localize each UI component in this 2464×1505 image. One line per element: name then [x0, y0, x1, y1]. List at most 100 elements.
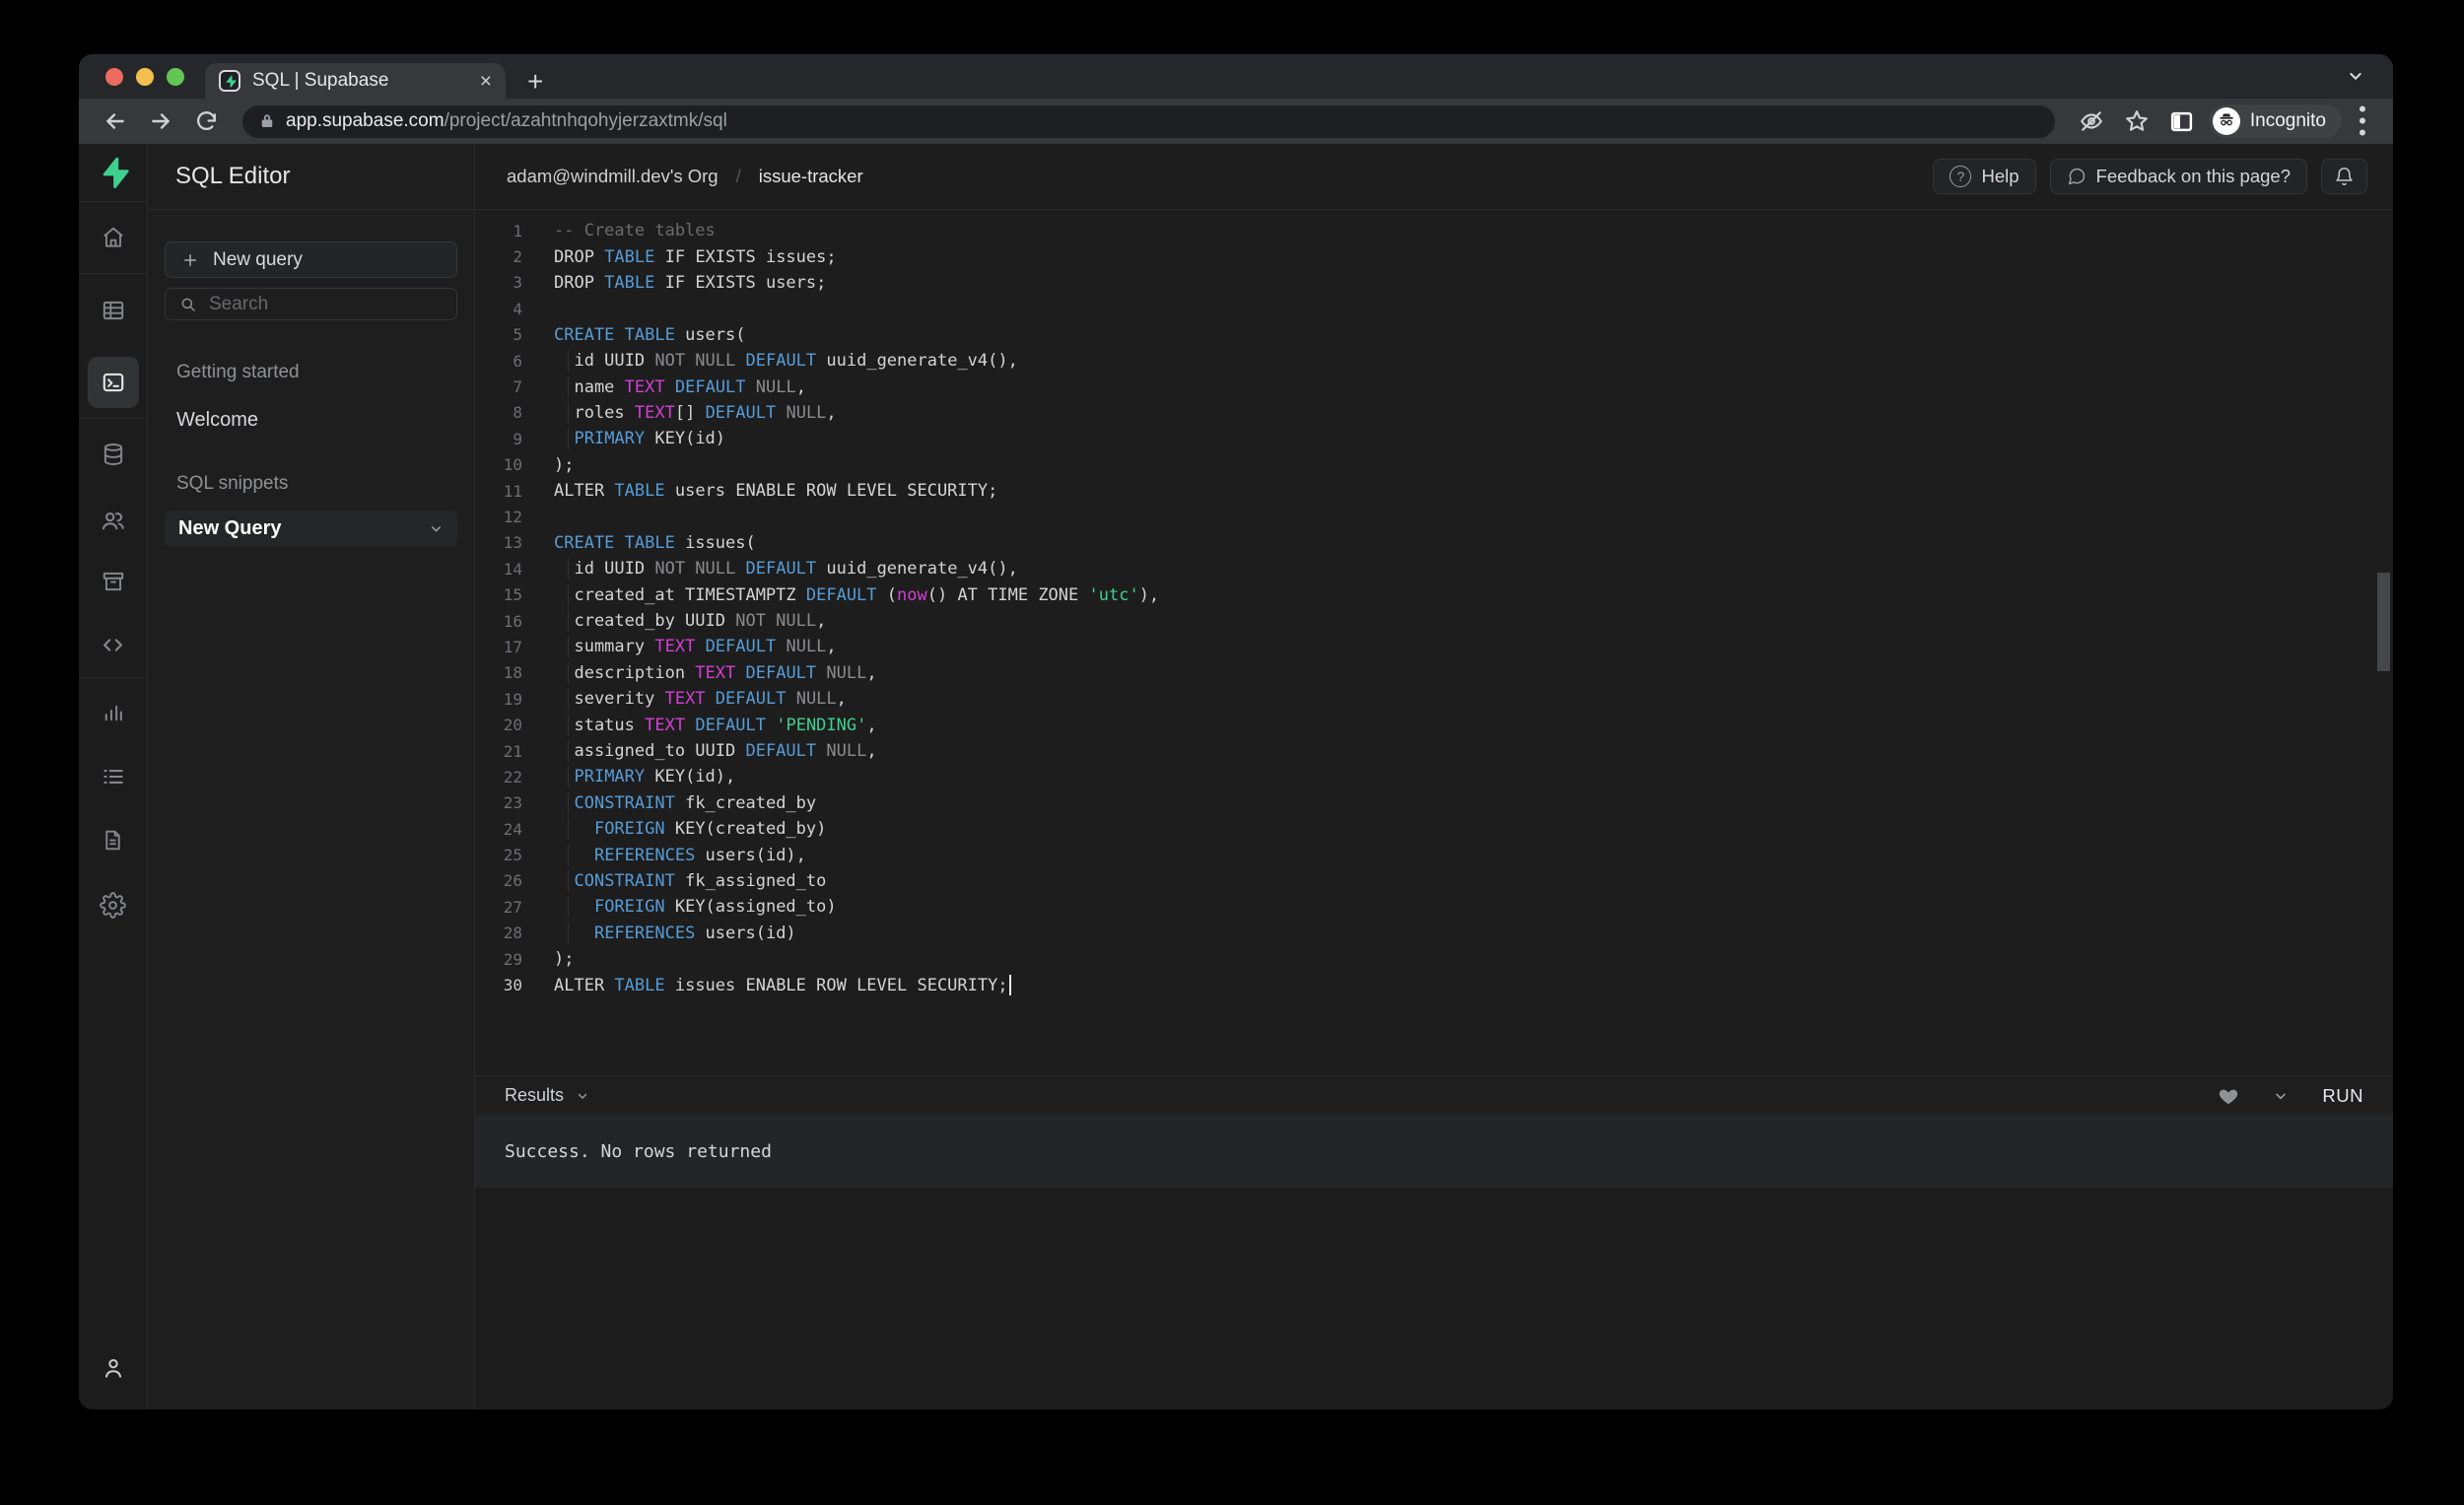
code-line-11[interactable]: 11ALTER TABLE users ENABLE ROW LEVEL SEC…	[475, 478, 2393, 504]
code-line-8[interactable]: 8 roles TEXT[] DEFAULT NULL,	[475, 400, 2393, 426]
editor-scrollbar[interactable]	[2377, 573, 2390, 671]
search-input[interactable]: Search	[165, 288, 457, 320]
code-line-4[interactable]: 4	[475, 296, 2393, 321]
line-text: created_at TIMESTAMPTZ DEFAULT (now() AT…	[554, 585, 1159, 605]
code-line-20[interactable]: 20 status TEXT DEFAULT 'PENDING',	[475, 712, 2393, 737]
favorite-heart-icon[interactable]	[2218, 1085, 2239, 1107]
code-line-3[interactable]: 3DROP TABLE IF EXISTS users;	[475, 270, 2393, 296]
forward-icon[interactable]	[142, 103, 179, 140]
chevron-down-icon[interactable]	[429, 521, 444, 536]
code-line-17[interactable]: 17 summary TEXT DEFAULT NULL,	[475, 634, 2393, 659]
database-icon[interactable]	[79, 419, 148, 490]
code-line-7[interactable]: 7 name TEXT DEFAULT NULL,	[475, 374, 2393, 399]
settings-gear-icon[interactable]	[79, 871, 148, 938]
browser-tab[interactable]: SQL | Supabase ×	[205, 63, 506, 99]
line-number: 9	[475, 430, 522, 448]
edge-functions-icon[interactable]	[79, 612, 148, 677]
eye-off-icon[interactable]	[2073, 103, 2110, 140]
line-text: created_by UUID NOT NULL,	[554, 611, 826, 631]
sql-code-editor[interactable]: 1-- Create tables2DROP TABLE IF EXISTS i…	[475, 210, 2393, 1075]
main-content: adam@windmill.dev's Org / issue-tracker …	[475, 144, 2393, 1409]
code-line-6[interactable]: 6 id UUID NOT NULL DEFAULT uuid_generate…	[475, 348, 2393, 374]
code-line-23[interactable]: 23 CONSTRAINT fk_created_by	[475, 790, 2393, 816]
code-line-29[interactable]: 29);	[475, 946, 2393, 972]
incognito-badge[interactable]: Incognito	[2209, 104, 2342, 138]
code-line-13[interactable]: 13CREATE TABLE issues(	[475, 530, 2393, 556]
close-window-button[interactable]	[105, 68, 123, 86]
sql-editor-icon[interactable]	[88, 357, 139, 408]
code-line-16[interactable]: 16 created_by UUID NOT NULL,	[475, 608, 2393, 634]
home-icon[interactable]	[79, 202, 148, 273]
line-number: 28	[475, 924, 522, 942]
line-number: 11	[475, 482, 522, 501]
code-line-12[interactable]: 12	[475, 504, 2393, 529]
line-number: 10	[475, 455, 522, 474]
code-line-10[interactable]: 10);	[475, 452, 2393, 478]
line-number: 26	[475, 871, 522, 890]
line-text: FOREIGN KEY(assigned_to)	[554, 897, 837, 917]
breadcrumb-org[interactable]: adam@windmill.dev's Org	[507, 166, 719, 187]
code-line-1[interactable]: 1-- Create tables	[475, 218, 2393, 243]
reports-icon[interactable]	[79, 678, 148, 745]
feedback-button-label: Feedback on this page?	[2096, 166, 2291, 187]
line-text: name TEXT DEFAULT NULL,	[554, 377, 806, 397]
docs-icon[interactable]	[79, 808, 148, 871]
line-text: id UUID NOT NULL DEFAULT uuid_generate_v…	[554, 351, 1018, 371]
code-line-2[interactable]: 2DROP TABLE IF EXISTS issues;	[475, 243, 2393, 269]
help-button-label: Help	[1981, 166, 2019, 187]
table-editor-icon[interactable]	[79, 274, 148, 347]
breadcrumb-project[interactable]: issue-tracker	[759, 166, 863, 187]
code-line-19[interactable]: 19 severity TEXT DEFAULT NULL,	[475, 686, 2393, 712]
notifications-button[interactable]	[2321, 159, 2367, 194]
line-text: );	[554, 455, 574, 475]
line-text: DROP TABLE IF EXISTS issues;	[554, 247, 837, 267]
code-line-27[interactable]: 27 FOREIGN KEY(assigned_to)	[475, 894, 2393, 920]
line-number: 4	[475, 300, 522, 318]
account-user-icon[interactable]	[79, 1327, 148, 1409]
line-text: id UUID NOT NULL DEFAULT uuid_generate_v…	[554, 559, 1018, 579]
code-line-15[interactable]: 15 created_at TIMESTAMPTZ DEFAULT (now()…	[475, 581, 2393, 607]
help-button[interactable]: ? Help	[1933, 159, 2035, 194]
snippet-name: New Query	[178, 517, 281, 540]
minimize-window-button[interactable]	[136, 68, 154, 86]
code-line-14[interactable]: 14 id UUID NOT NULL DEFAULT uuid_generat…	[475, 556, 2393, 581]
zoom-window-button[interactable]	[167, 68, 184, 86]
code-line-18[interactable]: 18 description TEXT DEFAULT NULL,	[475, 660, 2393, 686]
code-line-26[interactable]: 26 CONSTRAINT fk_assigned_to	[475, 868, 2393, 894]
code-line-9[interactable]: 9 PRIMARY KEY(id)	[475, 426, 2393, 451]
feedback-button[interactable]: Feedback on this page?	[2050, 159, 2307, 194]
reload-icon[interactable]	[187, 103, 225, 140]
code-line-22[interactable]: 22 PRIMARY KEY(id),	[475, 764, 2393, 789]
back-icon[interactable]	[97, 103, 134, 140]
tab-close-icon[interactable]: ×	[480, 71, 492, 92]
auth-users-icon[interactable]	[79, 490, 148, 551]
line-text: PRIMARY KEY(id),	[554, 767, 735, 787]
code-line-25[interactable]: 25 REFERENCES users(id),	[475, 842, 2393, 867]
url-bar[interactable]: app.supabase.com/project/azahtnhqohyjerz…	[242, 105, 2055, 138]
storage-icon[interactable]	[79, 551, 148, 612]
run-options-chevron-icon[interactable]	[2273, 1088, 2289, 1104]
browser-menu-dots-icon[interactable]: •••	[2350, 103, 2375, 139]
plus-icon	[181, 251, 199, 269]
sidebar-item-welcome[interactable]: Welcome	[165, 409, 457, 432]
supabase-logo-icon[interactable]	[79, 144, 148, 201]
code-line-21[interactable]: 21 assigned_to UUID DEFAULT NULL,	[475, 738, 2393, 764]
tab-title: SQL | Supabase	[252, 70, 468, 92]
new-tab-icon[interactable]: +	[527, 66, 543, 98]
project-header: adam@windmill.dev's Org / issue-tracker …	[475, 144, 2393, 210]
code-line-5[interactable]: 5CREATE TABLE users(	[475, 322, 2393, 348]
code-line-28[interactable]: 28 REFERENCES users(id)	[475, 921, 2393, 946]
new-query-button[interactable]: New query	[165, 241, 457, 278]
tab-search-chevron-icon[interactable]	[2348, 68, 2363, 84]
run-button[interactable]: RUN	[2322, 1085, 2363, 1107]
results-dropdown[interactable]: Results	[505, 1085, 589, 1106]
code-line-24[interactable]: 24 FOREIGN KEY(created_by)	[475, 816, 2393, 842]
line-text: PRIMARY KEY(id)	[554, 429, 725, 448]
logs-icon[interactable]	[79, 745, 148, 808]
side-panel-icon[interactable]	[2163, 103, 2201, 140]
new-query-button-label: New query	[213, 249, 303, 271]
line-text: CREATE TABLE users(	[554, 325, 745, 345]
bookmark-star-icon[interactable]	[2118, 103, 2156, 140]
sidebar-item-new-query-snippet[interactable]: New Query	[165, 511, 457, 547]
code-line-30[interactable]: 30ALTER TABLE issues ENABLE ROW LEVEL SE…	[475, 972, 2393, 997]
